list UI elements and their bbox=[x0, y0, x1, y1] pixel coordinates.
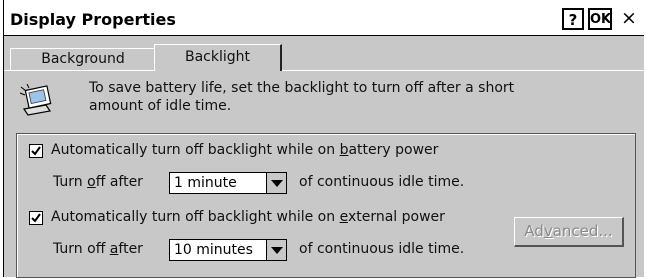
external-turnoff-label: Turn off after bbox=[53, 241, 143, 257]
battery-power-label[interactable]: Automatically turn off backlight while o… bbox=[51, 142, 438, 158]
window-title: Display Properties bbox=[10, 10, 176, 29]
advanced-button[interactable]: Advanced... bbox=[514, 217, 624, 247]
info-line-2: amount of idle time. bbox=[89, 98, 232, 114]
battery-idle-suffix: of continuous idle time. bbox=[299, 174, 465, 190]
external-turnoff-pre: Turn off bbox=[53, 241, 110, 257]
battery-turnoff-accel: o bbox=[87, 174, 96, 190]
tab-background[interactable]: Background bbox=[10, 48, 156, 70]
display-properties-window: Display Properties ? OK × Background Bac… bbox=[4, 4, 644, 278]
device-backlight-icon bbox=[19, 83, 52, 116]
external-power-label[interactable]: Automatically turn off backlight while o… bbox=[51, 209, 445, 225]
battery-power-checkbox[interactable] bbox=[29, 144, 43, 158]
tab-bar: Background Backlight bbox=[4, 44, 644, 71]
tab-backlight[interactable]: Backlight bbox=[154, 44, 282, 71]
close-button[interactable]: × bbox=[618, 8, 640, 30]
external-label-accel: e bbox=[339, 209, 348, 225]
battery-label-pre: Automatically turn off backlight while o… bbox=[51, 142, 340, 158]
ok-button[interactable]: OK bbox=[588, 8, 612, 30]
battery-turnoff-pre: Turn bbox=[53, 174, 88, 190]
battery-turnoff-label: Turn off after bbox=[53, 174, 143, 190]
external-duration-select[interactable]: 10 minutes bbox=[169, 239, 287, 261]
battery-duration-value: 1 minute bbox=[174, 175, 237, 191]
external-label-pre: Automatically turn off backlight while o… bbox=[51, 209, 340, 225]
title-bar: Display Properties ? OK × bbox=[4, 4, 644, 36]
external-turnoff-post: fter bbox=[118, 241, 143, 257]
advanced-label-post: anced... bbox=[552, 222, 613, 240]
info-text: To save battery life, set the backlight … bbox=[89, 79, 609, 115]
advanced-label-pre: Ad bbox=[524, 222, 544, 240]
advanced-label-accel: v bbox=[543, 222, 553, 240]
external-duration-value: 10 minutes bbox=[174, 242, 253, 258]
chevron-down-icon[interactable] bbox=[266, 240, 286, 260]
chevron-down-icon[interactable] bbox=[266, 173, 286, 193]
external-power-checkbox[interactable] bbox=[29, 211, 43, 225]
check-icon bbox=[31, 146, 41, 156]
info-line-1: To save battery life, set the backlight … bbox=[89, 80, 515, 96]
backlight-settings-group: Automatically turn off backlight while o… bbox=[16, 133, 636, 278]
battery-label-post: attery power bbox=[348, 142, 439, 158]
external-idle-suffix: of continuous idle time. bbox=[299, 241, 465, 257]
battery-duration-select[interactable]: 1 minute bbox=[169, 172, 287, 194]
check-icon bbox=[31, 213, 41, 223]
external-label-post: xternal power bbox=[347, 209, 445, 225]
backlight-panel: To save battery life, set the backlight … bbox=[4, 70, 644, 278]
battery-turnoff-post: ff after bbox=[95, 174, 143, 190]
help-button[interactable]: ? bbox=[562, 8, 584, 30]
